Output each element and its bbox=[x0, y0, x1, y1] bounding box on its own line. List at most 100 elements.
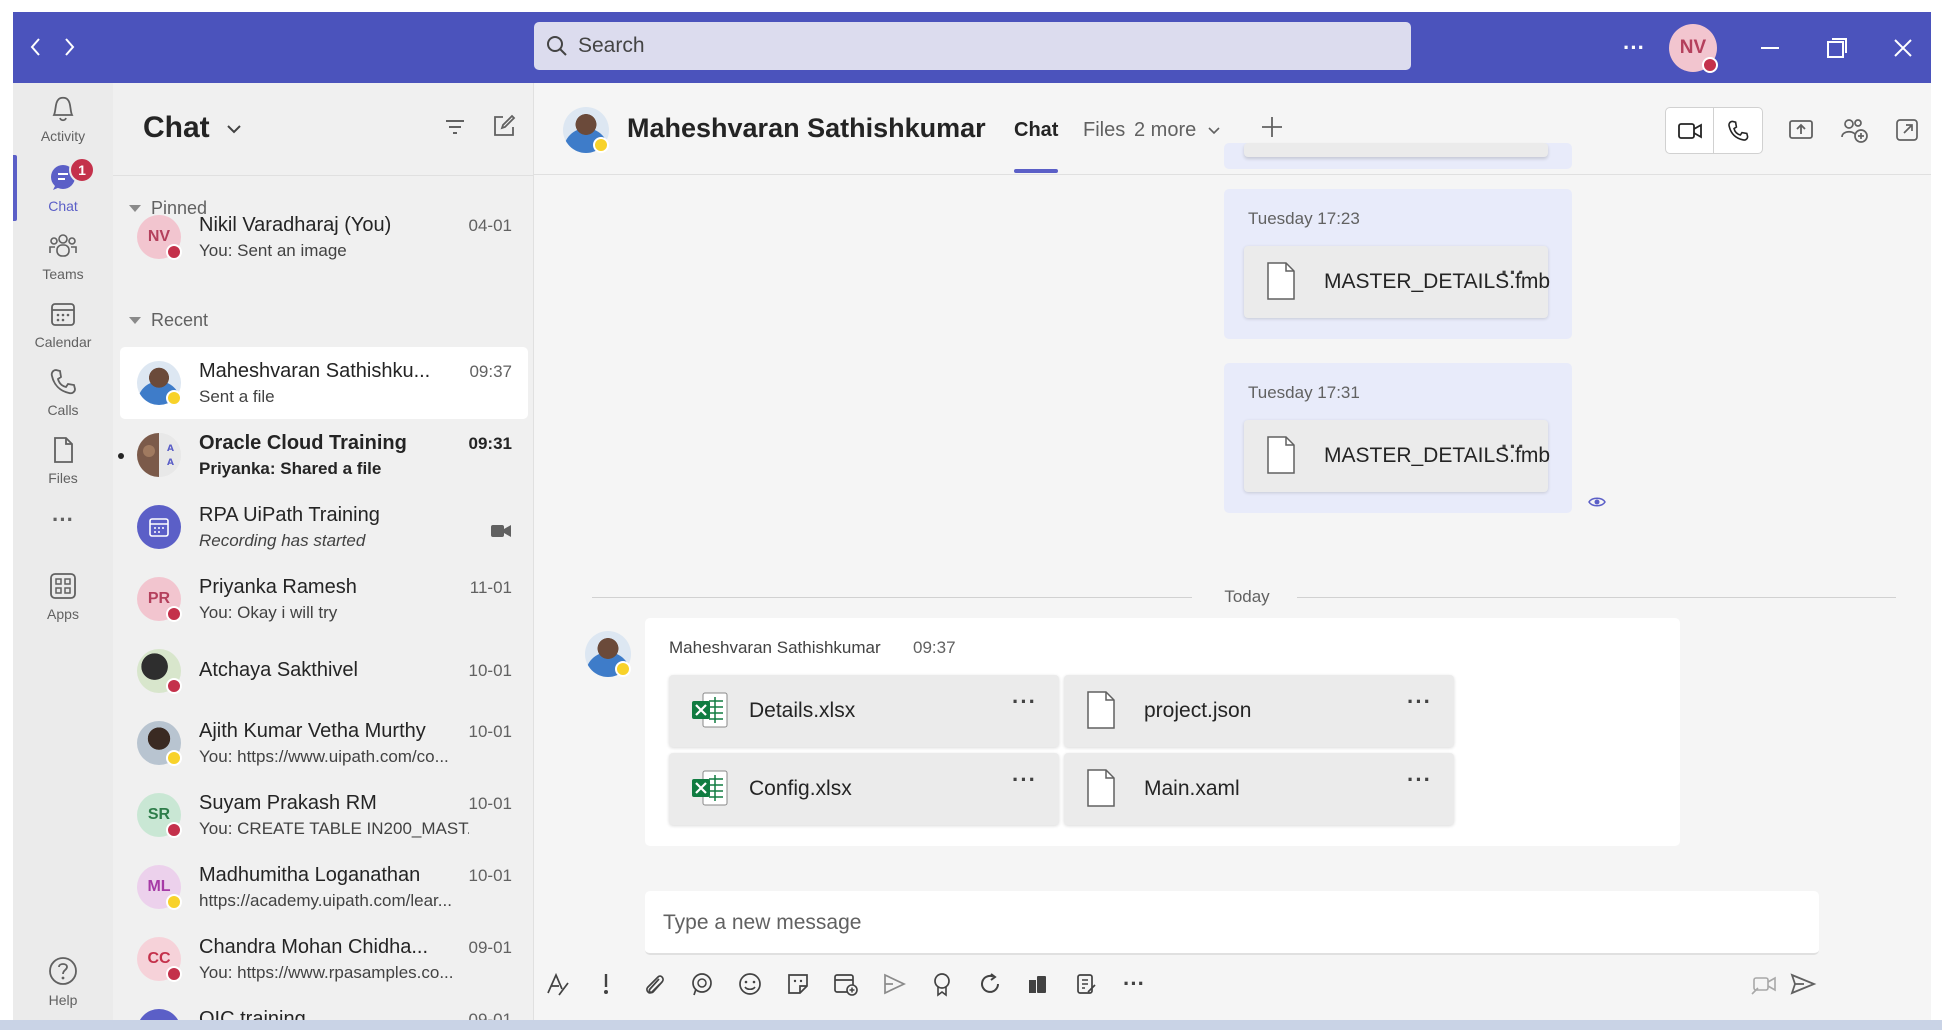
file-more-button[interactable]: ··· bbox=[1012, 689, 1037, 715]
video-camera-icon bbox=[490, 523, 512, 539]
rail-item-help[interactable]: Help bbox=[13, 945, 113, 1015]
rail-item-apps[interactable]: Apps bbox=[13, 561, 113, 631]
emoji-button[interactable] bbox=[733, 967, 767, 1001]
chat-time: 04-01 bbox=[468, 216, 512, 235]
important-button[interactable] bbox=[589, 967, 623, 1001]
minimize-button[interactable] bbox=[1752, 30, 1788, 66]
rail-item-calendar[interactable]: Calendar bbox=[13, 289, 113, 359]
sticker-button[interactable] bbox=[781, 967, 815, 1001]
file-card[interactable]: project.json ··· bbox=[1064, 675, 1454, 747]
chat-item-madhumitha-loganathan[interactable]: ML Madhumitha Loganathan https://academy… bbox=[120, 851, 528, 923]
rail-label: Chat bbox=[48, 198, 78, 214]
collapse-triangle-icon bbox=[129, 317, 141, 324]
taskbar-strip bbox=[0, 1020, 1942, 1030]
back-button[interactable] bbox=[21, 32, 51, 62]
restore-button[interactable] bbox=[1819, 30, 1855, 66]
meeting-avatar bbox=[137, 505, 181, 549]
unread-dot bbox=[118, 453, 124, 459]
received-message: Maheshvaran Sathishkumar 09:37 Details.x… bbox=[645, 618, 1680, 846]
message-input[interactable] bbox=[663, 911, 1763, 935]
add-people-button[interactable] bbox=[1839, 115, 1869, 145]
file-card[interactable]: MASTER_DETAILS.fmb ··· bbox=[1244, 246, 1550, 318]
chat-item-oracle-cloud-training[interactable]: AA Oracle Cloud Training Priyanka: Share… bbox=[118, 419, 528, 491]
format-button[interactable] bbox=[541, 967, 575, 1001]
video-call-button[interactable] bbox=[1666, 108, 1715, 153]
rail-item-files[interactable]: Files bbox=[13, 425, 113, 495]
file-more-button[interactable]: ··· bbox=[1012, 767, 1037, 793]
profile-avatar[interactable]: NV bbox=[1669, 24, 1718, 73]
rail-item-teams[interactable]: Teams bbox=[13, 221, 113, 291]
presence-away-icon bbox=[593, 137, 609, 153]
chat-item-ajith-kumar[interactable]: Ajith Kumar Vetha Murthy You: https://ww… bbox=[120, 707, 528, 779]
chat-item-rpa-uipath-training[interactable]: RPA UiPath Training Recording has starte… bbox=[120, 491, 528, 563]
pop-out-button[interactable] bbox=[1892, 115, 1922, 145]
rail-item-more[interactable]: ··· bbox=[13, 493, 113, 563]
file-more-button[interactable]: ··· bbox=[1501, 260, 1526, 286]
file-card[interactable]: Details.xlsx ··· bbox=[669, 675, 1059, 747]
settings-more-button[interactable]: ··· bbox=[1616, 30, 1652, 66]
exclamation-icon bbox=[596, 971, 616, 997]
loop-component-button[interactable] bbox=[973, 967, 1007, 1001]
compose-icon bbox=[491, 113, 517, 139]
rail-label: Files bbox=[48, 470, 78, 486]
approvals-button[interactable] bbox=[1021, 967, 1055, 1001]
chat-item-maheshvaran[interactable]: Maheshvaran Sathishku... Sent a file 09:… bbox=[120, 347, 528, 419]
search-bar[interactable] bbox=[534, 22, 1411, 70]
avatar bbox=[137, 721, 182, 766]
svg-text:A: A bbox=[167, 444, 174, 454]
tab-more[interactable]: 2 more bbox=[1134, 119, 1220, 142]
chat-item-chandra-mohan[interactable]: CC Chandra Mohan Chidha... You: https://… bbox=[120, 923, 528, 995]
loop-button[interactable] bbox=[685, 967, 719, 1001]
chat-preview: You: https://www.rpasamples.co... bbox=[199, 963, 454, 982]
avatar-initials: SR bbox=[147, 806, 171, 823]
chat-item-priyanka-ramesh[interactable]: PR Priyanka Ramesh You: Okay i will try … bbox=[120, 563, 528, 635]
share-screen-button[interactable] bbox=[1786, 115, 1816, 145]
search-input[interactable] bbox=[578, 34, 1358, 58]
chat-list-header: Chat bbox=[113, 83, 533, 176]
file-card[interactable]: Main.xaml ··· bbox=[1064, 753, 1454, 825]
schedule-meeting-button[interactable] bbox=[829, 967, 863, 1001]
chat-item-atchaya-sakthivel[interactable]: Atchaya Sakthivel 10-01 bbox=[120, 635, 528, 707]
updates-button[interactable] bbox=[1069, 967, 1103, 1001]
avatar-initials: PR bbox=[147, 590, 171, 607]
file-more-button[interactable]: ··· bbox=[1501, 434, 1526, 460]
tab-files[interactable]: Files bbox=[1083, 119, 1125, 142]
contact-avatar[interactable] bbox=[563, 107, 609, 153]
send-button[interactable] bbox=[1786, 967, 1820, 1001]
add-tab-button[interactable] bbox=[1260, 115, 1284, 139]
praise-button[interactable] bbox=[925, 967, 959, 1001]
avatar: ML bbox=[137, 865, 182, 910]
rail-item-chat[interactable]: 1 Chat bbox=[13, 153, 113, 223]
file-card[interactable]: MASTER_DETAILS.fmb ··· bbox=[1244, 420, 1550, 492]
new-chat-button[interactable] bbox=[491, 113, 517, 139]
section-recent[interactable]: Recent bbox=[129, 310, 208, 331]
generic-file-icon bbox=[1266, 262, 1296, 300]
chat-item-nikil[interactable]: NV Nikil Varadharaj (You) You: Sent an i… bbox=[120, 201, 528, 273]
chat-item-oic-training[interactable]: OIC training 09-01 bbox=[120, 995, 528, 1020]
file-card[interactable]: Config.xlsx ··· bbox=[669, 753, 1059, 825]
forward-button[interactable] bbox=[54, 32, 84, 62]
stream-button[interactable] bbox=[877, 967, 911, 1001]
chat-item-suyam-prakash[interactable]: SR Suyam Prakash RM You: CREATE TABLE IN… bbox=[120, 779, 528, 851]
file-more-button[interactable]: ··· bbox=[1407, 689, 1432, 715]
contact-name[interactable]: Maheshvaran Sathishkumar bbox=[627, 113, 986, 144]
chat-list-title[interactable]: Chat bbox=[143, 111, 242, 145]
rail-item-activity[interactable]: Activity bbox=[13, 83, 113, 153]
message-time: Tuesday 17:23 bbox=[1248, 209, 1360, 228]
presence-busy-icon bbox=[166, 678, 182, 694]
tab-more-label: 2 more bbox=[1134, 119, 1197, 141]
meet-now-button[interactable] bbox=[1747, 967, 1781, 1001]
avatar bbox=[137, 361, 182, 406]
filter-button[interactable] bbox=[443, 115, 467, 139]
close-button[interactable] bbox=[1885, 30, 1921, 66]
file-more-button[interactable]: ··· bbox=[1407, 767, 1432, 793]
sender-avatar[interactable] bbox=[585, 631, 631, 677]
audio-call-button[interactable] bbox=[1714, 108, 1762, 153]
teams-icon bbox=[48, 231, 78, 261]
rail-item-calls[interactable]: Calls bbox=[13, 357, 113, 427]
group-avatar: AA bbox=[137, 433, 181, 477]
more-options-button[interactable]: ··· bbox=[1117, 967, 1151, 1001]
attach-button[interactable] bbox=[637, 967, 671, 1001]
tab-chat[interactable]: Chat bbox=[1014, 119, 1058, 142]
avatar-initials: ML bbox=[147, 878, 171, 895]
